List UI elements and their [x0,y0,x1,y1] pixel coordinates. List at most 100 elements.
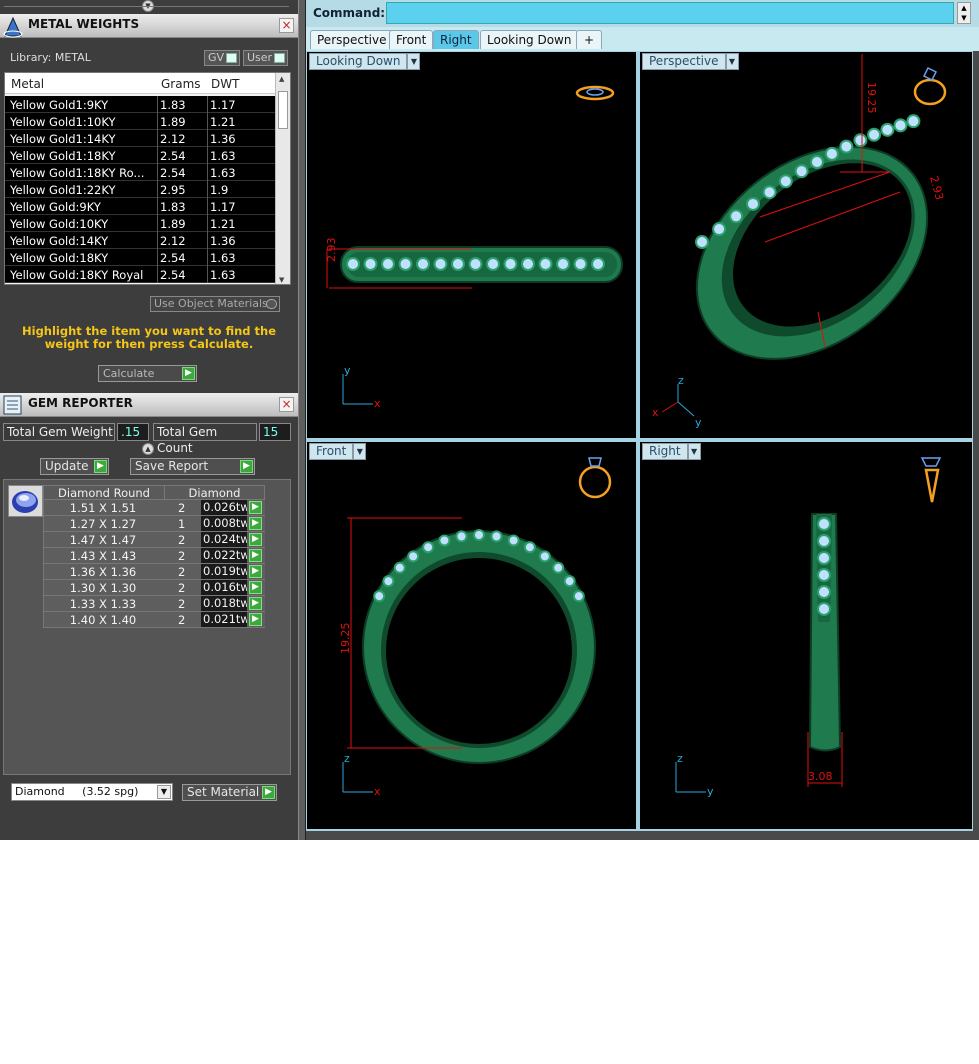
table-row[interactable]: 1.33 X 1.33 2 0.018tw ▶ [43,596,265,612]
gem-stone [554,563,563,572]
axis-z-label: z [344,752,350,765]
gem-stone [811,157,822,168]
col-metal[interactable]: Metal [11,77,44,91]
gv-toggle[interactable]: GV [204,50,240,66]
gem-stone [395,563,404,572]
command-scroll[interactable]: ▲ ▼ [957,2,971,24]
table-row[interactable]: 1.51 X 1.51 2 0.026tw ▶ [43,500,265,516]
save-report-button[interactable]: Save Report ▶ [130,458,255,475]
chevron-down-icon[interactable]: ▼ [725,53,739,70]
tab-right[interactable]: Right [433,30,479,49]
table-row[interactable]: Yellow Gold:9KY 1.83 1.17 [5,198,277,215]
expand-icon[interactable]: ▲ [142,443,154,455]
dimension-label: 3.08 [808,770,833,783]
chevron-down-icon[interactable]: ▼ [687,443,701,460]
user-toggle[interactable]: User [243,50,288,66]
tab-looking-down[interactable]: Looking Down [480,30,579,49]
play-icon[interactable]: ▶ [249,517,262,530]
calculate-button[interactable]: Calculate ▶ [98,365,197,382]
gem-stone [365,259,376,269]
gem-stone [764,187,775,198]
panel-splitter[interactable]: ▼ [0,0,298,14]
add-tab-button[interactable]: + [576,30,603,49]
scroll-thumb[interactable] [278,91,288,129]
total-gem-weight-value: .15 [117,423,149,441]
scroll-up-icon[interactable]: ▲ [279,75,284,83]
metal-dwt: 1.63 [210,149,236,163]
panel-divider[interactable] [298,0,306,840]
play-icon[interactable]: ▶ [249,565,262,578]
viewport-perspective[interactable]: 19.25 2.93 z x y Perspective ▼ [640,52,972,438]
play-icon[interactable]: ▶ [249,549,262,562]
viewport-looking-down[interactable]: 2.93 y x Looking Down ▼ [307,52,636,438]
viewport-label-perspective[interactable]: Perspective ▼ [642,53,739,70]
metal-scrollbar[interactable]: ▲ ▼ [275,73,290,284]
gem-count: 2 [178,501,186,515]
metal-dwt: 1.63 [210,251,236,265]
table-row[interactable]: 1.30 X 1.30 2 0.016tw ▶ [43,580,265,596]
viewport-label-front[interactable]: Front ▼ [309,443,367,460]
set-material-button[interactable]: Set Material ▶ [182,784,277,801]
update-button[interactable]: Update ▶ [40,458,109,475]
ring-orientation-icon [913,66,947,106]
diamond-icon[interactable] [8,485,43,517]
table-row[interactable]: Yellow Gold1:14KY 2.12 1.36 [5,130,277,147]
gem-count: 2 [178,613,186,627]
table-row[interactable]: Yellow Gold1:22KY 2.95 1.9 [5,181,277,198]
scroll-down-icon[interactable]: ▼ [279,276,284,284]
table-row[interactable]: Yellow Gold:18KY 2.54 1.63 [5,249,277,266]
play-icon: ▶ [262,786,275,799]
metal-dwt: 1.36 [210,234,236,248]
chevron-down-icon[interactable]: ▼ [157,785,171,799]
viewport-right[interactable]: 3.08 z y Right ▼ [640,442,972,829]
table-row[interactable]: Yellow Gold1:18KY Ro... 2.54 1.63 [5,164,277,181]
scroll-up-icon[interactable]: ▲ [958,3,970,13]
gem-stone [796,166,807,177]
gem-stone [895,120,906,131]
viewport-label-looking-down[interactable]: Looking Down ▼ [309,53,421,70]
gem-stone [869,129,880,140]
command-input[interactable] [386,2,954,24]
table-row[interactable]: Yellow Gold:14KY 2.12 1.36 [5,232,277,249]
user-checkbox[interactable] [274,53,285,63]
gem-stone [375,592,384,601]
play-icon[interactable]: ▶ [249,613,262,626]
table-row[interactable]: Yellow Gold:18KY Royal 2.54 1.63 [5,266,277,283]
table-row[interactable]: Yellow Gold1:18KY 2.54 1.63 [5,147,277,164]
gem-stone [488,259,498,269]
close-icon[interactable]: × [279,397,294,412]
play-icon[interactable]: ▶ [249,533,262,546]
viewport-front[interactable]: 19.25 z x Front ▼ [307,442,636,829]
use-object-materials[interactable]: Use Object Materials [150,296,280,312]
table-row[interactable]: 1.43 X 1.43 2 0.022tw ▶ [43,548,265,564]
gem-size: 1.27 X 1.27 [69,517,137,531]
table-row[interactable]: Yellow Gold:10KY 1.89 1.21 [5,215,277,232]
play-icon[interactable]: ▶ [249,501,262,514]
gem-weight: 0.026tw [201,500,247,515]
metal-dwt: 1.17 [210,98,236,112]
axis-x-label: x [652,406,659,419]
table-row[interactable]: 1.40 X 1.40 2 0.021tw ▶ [43,612,265,628]
tab-perspective[interactable]: Perspective [310,30,394,49]
metal-grams: 2.95 [160,183,186,197]
play-icon[interactable]: ▶ [249,597,262,610]
tab-front[interactable]: Front [389,30,434,49]
gv-checkbox[interactable] [226,53,237,63]
play-icon[interactable]: ▶ [249,581,262,594]
use-object-materials-radio[interactable] [266,299,277,309]
col-dwt[interactable]: DWT [211,77,239,91]
metal-name: Yellow Gold:18KY Royal [10,268,144,282]
scroll-down-icon[interactable]: ▼ [958,13,970,23]
table-row[interactable]: 1.36 X 1.36 2 0.019tw ▶ [43,564,265,580]
close-icon[interactable]: × [279,18,294,33]
table-row[interactable]: 1.47 X 1.47 2 0.024tw ▶ [43,532,265,548]
viewport-label-right[interactable]: Right ▼ [642,443,701,460]
table-row[interactable]: Yellow Gold1:9KY 1.83 1.17 [5,96,277,113]
gem-stone [409,552,418,561]
chevron-down-icon[interactable]: ▼ [353,443,367,460]
chevron-down-icon[interactable]: ▼ [407,53,421,70]
col-grams[interactable]: Grams [161,77,201,91]
table-row[interactable]: Yellow Gold1:10KY 1.89 1.21 [5,113,277,130]
table-row[interactable]: 1.27 X 1.27 1 0.008tw ▶ [43,516,265,532]
material-select[interactable]: Diamond (3.52 spg) ▼ [11,783,173,801]
